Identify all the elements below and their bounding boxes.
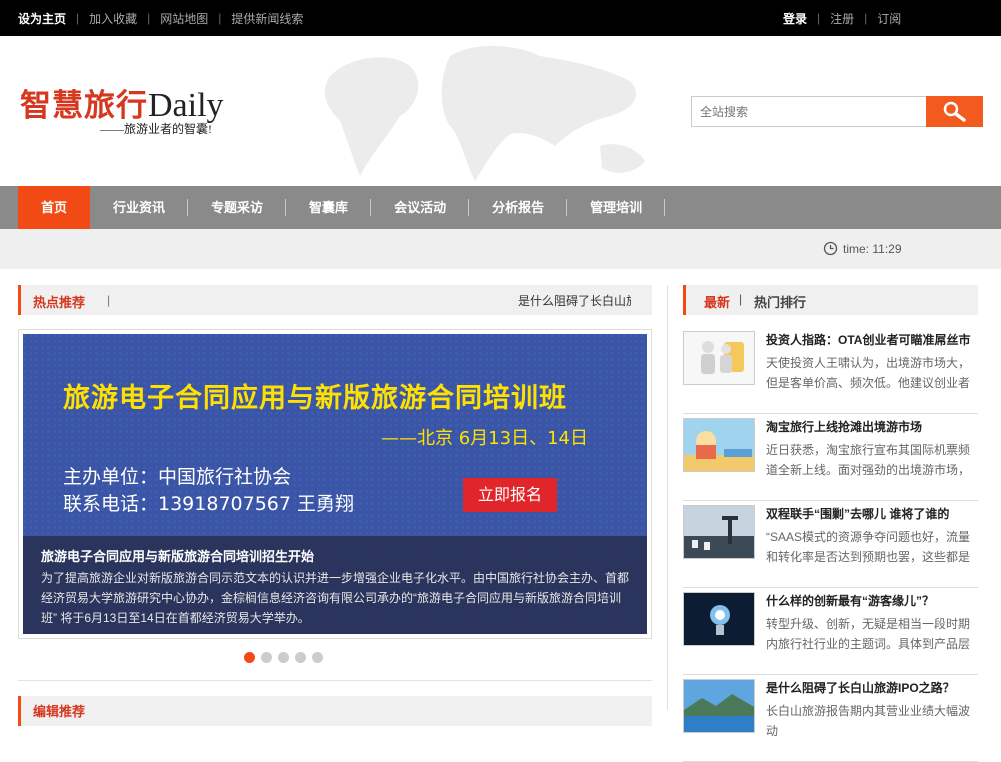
list-item[interactable]: 是什么阻碍了长白山旅游IPO之路？ 长白山旅游报告期内其营业业绩大幅波动	[683, 677, 978, 762]
divider: |	[864, 11, 868, 25]
slider-pagination	[244, 652, 329, 663]
site-header: 智慧旅行Daily ——旅游业者的智囊!	[0, 36, 1001, 186]
search-input[interactable]	[691, 96, 926, 127]
column-divider	[667, 285, 668, 710]
world-map-background	[324, 45, 645, 182]
news-thumbnail	[683, 331, 755, 385]
register-link[interactable]: 注册	[830, 10, 854, 27]
divider: |	[107, 293, 111, 307]
news-summary: “SAAS模式的资源争夺问题也好，流量和转化率是否达到预期也罢，这些都是	[766, 530, 971, 564]
register-now-button[interactable]: 立即报名	[463, 478, 557, 512]
nav-item-think-tank[interactable]: 智囊库	[286, 186, 372, 229]
top-links-left: 设为主页 | 加入收藏 | 网站地图 | 提供新闻线索	[18, 0, 303, 36]
nav-item-reports[interactable]: 分析报告	[469, 186, 568, 229]
time-bar: time: 11:29	[0, 229, 1001, 269]
site-logo[interactable]: 智慧旅行Daily ——旅游业者的智囊!	[20, 88, 224, 137]
banner-organizer: 主办单位：中国旅行社协会	[63, 466, 292, 488]
add-favorite-link[interactable]: 加入收藏	[89, 10, 137, 27]
news-title[interactable]: 淘宝旅行上线抢滩出境游市场	[766, 418, 978, 435]
divider: |	[739, 292, 743, 306]
time-label: time:	[843, 241, 870, 256]
nav-label: 专题采访	[211, 200, 264, 215]
news-tip-link[interactable]: 提供新闻线索	[231, 10, 303, 27]
editor-picks-title: 编辑推荐	[33, 704, 86, 719]
list-item[interactable]: 双程联手“围剿”去哪儿 谁将了谁的 “SAAS模式的资源争夺问题也好，流量和转化…	[683, 503, 978, 588]
top-bar: 设为主页 | 加入收藏 | 网站地图 | 提供新闻线索 登录 | 注册 | 订阅	[0, 0, 1001, 36]
banner-date: ——北京 6月13日、14日	[381, 428, 588, 449]
news-title[interactable]: 双程联手“围剿”去哪儿 谁将了谁的	[766, 505, 978, 522]
clock-icon	[823, 241, 838, 256]
news-summary: 近日获悉，淘宝旅行宣布其国际机票频道全新上线。面对强劲的出境游市场，	[766, 443, 971, 477]
nav-item-industry-news[interactable]: 行业资讯	[90, 186, 189, 229]
nav-item-training[interactable]: 管理培训	[567, 186, 666, 229]
slider-dot[interactable]	[295, 652, 306, 663]
featured-slider: 旅游电子合同应用与新版旅游合同培训班 ——北京 6月13日、14日 主办单位：中…	[18, 329, 652, 639]
tab-hot-ranking[interactable]: 热门排行	[754, 292, 806, 311]
editor-picks-header: 编辑推荐	[18, 696, 652, 726]
caption-title[interactable]: 旅游电子合同应用与新版旅游合同培训招生开始	[41, 546, 314, 565]
hot-title: 热点推荐	[33, 295, 86, 310]
list-item[interactable]: 淘宝旅行上线抢滩出境游市场 近日获悉，淘宝旅行宣布其国际机票频道全新上线。面对强…	[683, 416, 978, 501]
news-title[interactable]: 什么样的创新最有“游客缘儿”？	[766, 592, 978, 609]
news-thumbnail	[683, 418, 755, 472]
nav-items: 首页 行业资讯 专题采访 智囊库 会议活动 分析报告 管理培训	[18, 186, 666, 229]
slider-dot[interactable]	[261, 652, 272, 663]
list-item[interactable]: 投资人指路：OTA创业者可瞄准屌丝市 天使投资人王啸认为，出境游市场大，但是客单…	[683, 329, 978, 414]
divider: |	[76, 11, 80, 25]
nav-item-home[interactable]: 首页	[18, 186, 91, 229]
nav-item-events[interactable]: 会议活动	[371, 186, 470, 229]
news-summary: 天使投资人王啸认为，出境游市场大，但是客单价高、频次低。他建议创业者	[766, 356, 971, 390]
banner-caption: 旅游电子合同应用与新版旅游合同培训招生开始 为了提高旅游企业对新版旅游合同示范文…	[23, 536, 647, 634]
search-icon	[943, 101, 966, 122]
search-button[interactable]	[926, 96, 983, 127]
logo-en: Daily	[148, 87, 224, 124]
main-nav: 首页 行业资讯 专题采访 智囊库 会议活动 分析报告 管理培训	[0, 186, 1001, 229]
news-thumbnail	[683, 592, 755, 646]
banner-phone: 联系电话：13918707567 王勇翔	[63, 493, 355, 515]
search-box	[691, 96, 983, 127]
slider-dot[interactable]	[312, 652, 323, 663]
nav-label: 管理培训	[590, 200, 643, 215]
hot-section-header: 热点推荐 | 是什么阻碍了长白山旅	[18, 285, 652, 315]
news-title[interactable]: 是什么阻碍了长白山旅游IPO之路？	[766, 679, 978, 696]
news-title[interactable]: 投资人指路：OTA创业者可瞄准屌丝市	[766, 331, 978, 348]
slider-dot[interactable]	[244, 652, 255, 663]
news-summary: 长白山旅游报告期内其营业业绩大幅波动	[766, 704, 971, 738]
side-tabs: 最新 | 热门排行	[683, 285, 978, 315]
logo-cn: 智慧旅行	[20, 88, 148, 124]
news-thumbnail	[683, 505, 755, 559]
nav-label: 分析报告	[492, 200, 545, 215]
nav-label: 首页	[41, 200, 68, 215]
divider: |	[147, 11, 151, 25]
nav-label: 会议活动	[394, 200, 447, 215]
news-thumbnail	[683, 679, 755, 733]
tab-latest[interactable]: 最新	[704, 292, 730, 311]
logo-slogan: ——旅游业者的智囊!	[100, 122, 212, 136]
clock-display: time: 11:29	[823, 241, 902, 256]
divider: |	[218, 11, 222, 25]
featured-banner[interactable]: 旅游电子合同应用与新版旅游合同培训班 ——北京 6月13日、14日 主办单位：中…	[23, 334, 647, 634]
login-link[interactable]: 登录	[783, 10, 807, 27]
news-summary: 转型升级、创新，无疑是相当一段时期内旅行社行业的主题词。具体到产品层	[766, 617, 971, 651]
nav-label: 行业资讯	[113, 200, 166, 215]
subscribe-link[interactable]: 订阅	[877, 10, 901, 27]
set-homepage-link[interactable]: 设为主页	[18, 10, 66, 27]
divider: |	[817, 11, 821, 25]
list-item[interactable]: 什么样的创新最有“游客缘儿”？ 转型升级、创新，无疑是相当一段时期内旅行社行业的…	[683, 590, 978, 675]
caption-text: 为了提高旅游企业对新版旅游合同示范文本的认识并进一步增强企业电子化水平。由中国旅…	[41, 571, 630, 625]
nav-item-interviews[interactable]: 专题采访	[188, 186, 287, 229]
nav-label: 智囊库	[309, 200, 349, 215]
hot-ticker-link[interactable]: 是什么阻碍了长白山旅	[518, 292, 631, 309]
sitemap-link[interactable]: 网站地图	[160, 10, 208, 27]
slider-dot[interactable]	[278, 652, 289, 663]
time-value: 11:29	[872, 241, 902, 256]
news-list: 投资人指路：OTA创业者可瞄准屌丝市 天使投资人王啸认为，出境游市场大，但是客单…	[683, 329, 978, 762]
banner-headline: 旅游电子合同应用与新版旅游合同培训班	[63, 383, 567, 414]
top-links-right: 登录 | 注册 | 订阅	[783, 0, 901, 36]
divider	[18, 680, 652, 681]
